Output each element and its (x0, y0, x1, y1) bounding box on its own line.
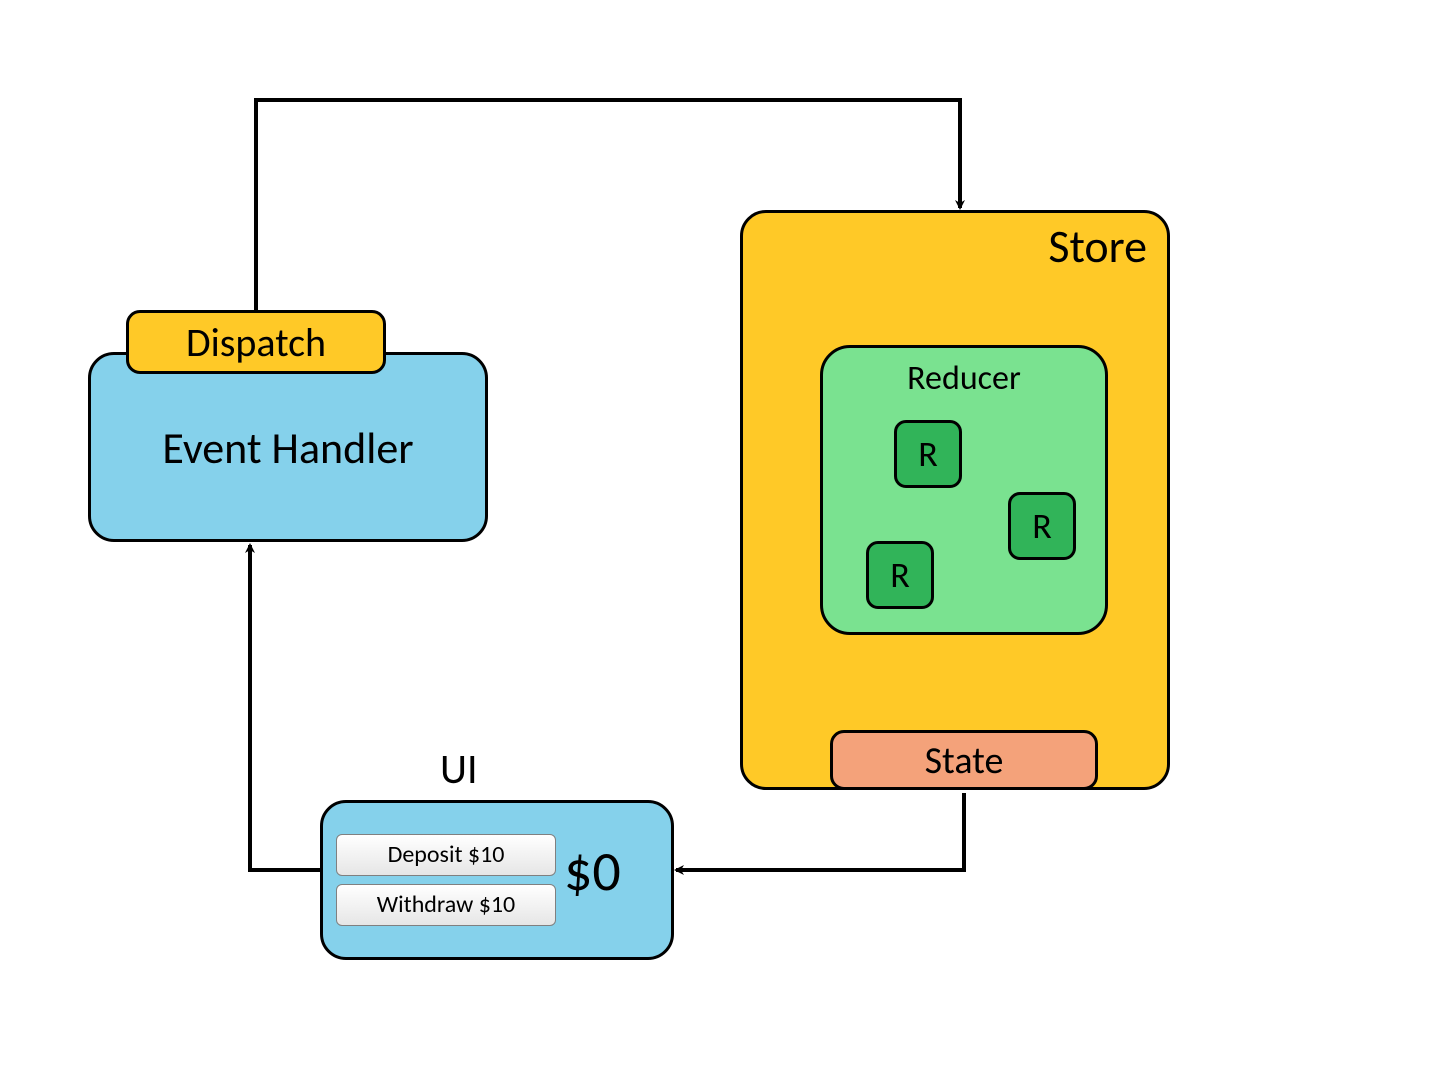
ui-box (320, 800, 674, 960)
reducer-r-1: R (894, 420, 962, 488)
deposit-button[interactable]: Deposit $10 (336, 834, 556, 876)
reducer-r-3: R (866, 541, 934, 609)
reducer-box: Reducer (820, 345, 1108, 635)
withdraw-button[interactable]: Withdraw $10 (336, 884, 556, 926)
arrow-ui-to-eventhandler (250, 545, 320, 870)
reducer-r-2: R (1008, 492, 1076, 560)
reducer-title: Reducer (823, 358, 1105, 399)
dispatch-box: Dispatch (126, 310, 386, 374)
ui-title: UI (440, 744, 478, 795)
arrow-state-to-ui (676, 793, 964, 870)
store-title: Store (1048, 219, 1147, 275)
state-box: State (830, 730, 1098, 790)
balance-display: $0 (564, 838, 621, 906)
event-handler-box: Event Handler (88, 352, 488, 542)
redux-data-flow-diagram: Store Reducer R R R State Event Handler … (0, 0, 1440, 1080)
event-handler-title: Event Handler (91, 421, 485, 475)
